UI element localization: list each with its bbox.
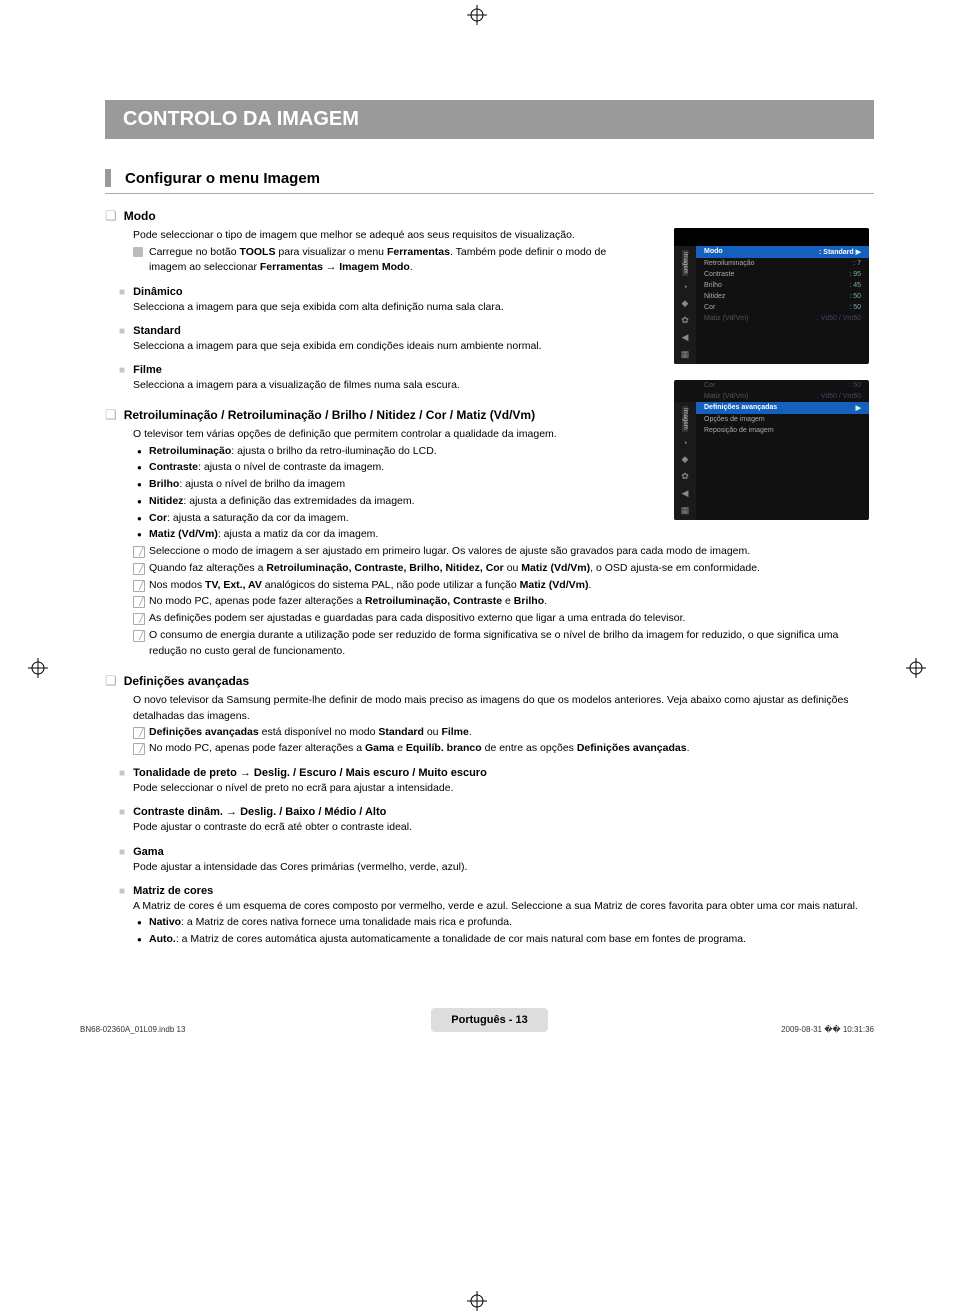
body-text: Selecciona a imagem para que seja exibid…	[105, 300, 635, 315]
option-title: Tonalidade de preto → Deslig. / Escuro /…	[133, 767, 487, 779]
subsection-title: Definições avançadas	[124, 674, 249, 688]
option-title: Filme	[133, 364, 162, 376]
note-item: Definições avançadas está disponível no …	[105, 725, 874, 741]
square-bullet-icon: ❏	[105, 208, 117, 223]
osd-rows: Modo: Standard ▶ Retroiluminação: 7 Cont…	[696, 246, 869, 364]
bullet-item: Contraste: ajusta o nível de contraste d…	[105, 460, 635, 476]
osd-icon: ✿	[681, 315, 689, 326]
body-text: Selecciona a imagem para a visualização …	[105, 378, 635, 393]
osd-icon: ◔	[682, 282, 687, 292]
note-item: No modo PC, apenas pode fazer alterações…	[105, 594, 874, 610]
bullet-item: Nitidez: ajusta a definição das extremid…	[105, 494, 635, 510]
osd-row: Opções de imagem	[696, 414, 869, 425]
note-item: Seleccione o modo de imagem a ser ajusta…	[105, 544, 874, 560]
osd-row: Cor: 50	[696, 380, 869, 391]
osd-preview-panel: Imagem ◔ ◆ ✿ ◀ ▦ Modo: Standard ▶ Retroi…	[674, 228, 869, 364]
osd-row: Cor: 50	[696, 302, 869, 313]
body-text: A Matriz de cores é um esquema de cores …	[105, 899, 874, 914]
osd-tab-label: Imagem	[682, 250, 688, 276]
osd-preview-panel: Cor: 50 Matiz (Vd/Vm): Vd50 / Vm50 Image…	[674, 380, 869, 520]
osd-row: Retroiluminação: 7	[696, 258, 869, 269]
square-icon: ■	[119, 287, 125, 298]
osd-sidebar: Imagem ◔ ◆ ✿ ◀ ▦	[674, 402, 696, 520]
option-title: Gama	[133, 846, 164, 858]
option-gama: ■ Gama	[105, 846, 874, 858]
osd-icon: ◀	[682, 332, 689, 343]
square-icon: ■	[119, 365, 125, 376]
square-bullet-icon: ❏	[105, 407, 117, 422]
note-item: As definições podem ser ajustadas e guar…	[105, 611, 874, 627]
osd-row: Matiz (Vd/Vm): Vd50 / Vm50	[696, 313, 869, 324]
header-accent-bar	[105, 169, 111, 187]
body-text: Pode ajustar o contraste do ecrã até obt…	[105, 820, 874, 835]
subsection-title: Modo	[124, 209, 156, 223]
note-item: Nos modos TV, Ext., AV analógicos do sis…	[105, 578, 874, 594]
print-registration-mark	[467, 1291, 487, 1311]
square-icon: ■	[119, 326, 125, 337]
square-icon: ■	[119, 847, 125, 858]
option-title: Matriz de cores	[133, 885, 213, 897]
bullet-item: Retroiluminação: ajusta o brilho da retr…	[105, 444, 635, 460]
osd-row: Contraste: 95	[696, 269, 869, 280]
osd-row: Nitidez: 50	[696, 291, 869, 302]
option-title: Standard	[133, 325, 181, 337]
body-text: O televisor tem várias opções de definiç…	[105, 427, 635, 442]
subsection-avancadas: ❏ Definições avançadas	[105, 673, 874, 689]
osd-header	[674, 228, 869, 246]
osd-icon: ◀	[682, 488, 689, 499]
option-standard: ■ Standard	[105, 325, 635, 337]
option-filme: ■ Filme	[105, 364, 635, 376]
osd-icon: ◆	[682, 454, 689, 465]
option-matriz-cores: ■ Matriz de cores	[105, 885, 874, 897]
osd-sidebar: Imagem ◔ ◆ ✿ ◀ ▦	[674, 246, 696, 364]
osd-row: Matiz (Vd/Vm): Vd50 / Vm50	[696, 391, 869, 402]
option-contraste-dinam: ■ Contraste dinâm. → Deslig. / Baixo / M…	[105, 806, 874, 818]
option-tonalidade: ■ Tonalidade de preto → Deslig. / Escuro…	[105, 767, 874, 779]
osd-row: Modo: Standard ▶	[696, 246, 869, 258]
osd-row: Brilho: 45	[696, 280, 869, 291]
bullet-item: Brilho: ajusta o nível de brilho da imag…	[105, 477, 635, 493]
page-title-banner: CONTROLO DA IMAGEM	[105, 100, 874, 139]
bullet-item: Nativo: a Matriz de cores nativa fornece…	[105, 915, 874, 931]
body-text: Pode seleccionar o tipo de imagem que me…	[105, 228, 635, 243]
square-icon: ■	[119, 768, 125, 779]
body-text: Pode ajustar a intensidade das Cores pri…	[105, 860, 874, 875]
note-item: No modo PC, apenas pode fazer alterações…	[105, 741, 874, 757]
note-item: Quando faz alterações a Retroiluminação,…	[105, 561, 874, 577]
square-icon: ■	[119, 807, 125, 818]
bullet-item: Cor: ajusta a saturação da cor da imagem…	[105, 511, 635, 527]
osd-tab-label: Imagem	[682, 406, 688, 432]
body-text: O novo televisor da Samsung permite-lhe …	[105, 693, 874, 723]
osd-row: Definições avançadas▶	[696, 402, 869, 414]
section-header: Configurar o menu Imagem	[105, 169, 874, 194]
option-title: Dinâmico	[133, 286, 183, 298]
osd-icon: ✿	[681, 471, 689, 482]
osd-icon: ▦	[681, 349, 690, 360]
print-file-name: BN68-02360A_01L09.indb 13	[80, 1025, 185, 1034]
note-item: O consumo de energia durante a utilizaçã…	[105, 628, 874, 660]
section-header-text: Configurar o menu Imagem	[125, 170, 320, 187]
print-footer-line: BN68-02360A_01L09.indb 13 2009-08-31 �� …	[80, 1025, 874, 1034]
subsection-title: Retroiluminação / Retroiluminação / Bril…	[124, 408, 535, 422]
osd-icon: ▦	[681, 505, 690, 516]
subsection-retroiluminacao: ❏ Retroiluminação / Retroiluminação / Br…	[105, 407, 635, 423]
print-timestamp: 2009-08-31 �� 10:31:36	[781, 1025, 874, 1034]
body-text: Selecciona a imagem para que seja exibid…	[105, 339, 635, 354]
bullet-item: Auto.: a Matriz de cores automática ajus…	[105, 932, 874, 948]
subsection-modo: ❏ Modo	[105, 208, 635, 224]
square-icon: ■	[119, 886, 125, 897]
tools-note: Carregue no botão TOOLS para visualizar …	[105, 245, 635, 275]
square-bullet-icon: ❏	[105, 673, 117, 688]
osd-row: Reposição de imagem	[696, 425, 869, 436]
option-dinamico: ■ Dinâmico	[105, 286, 635, 298]
option-title: Contraste dinâm. → Deslig. / Baixo / Méd…	[133, 806, 386, 818]
bullet-item: Matiz (Vd/Vm): ajusta a matiz da cor da …	[105, 527, 635, 543]
osd-icon: ◆	[682, 298, 689, 309]
osd-icon: ◔	[682, 438, 687, 448]
body-text: Pode seleccionar o nível de preto no ecr…	[105, 781, 874, 796]
